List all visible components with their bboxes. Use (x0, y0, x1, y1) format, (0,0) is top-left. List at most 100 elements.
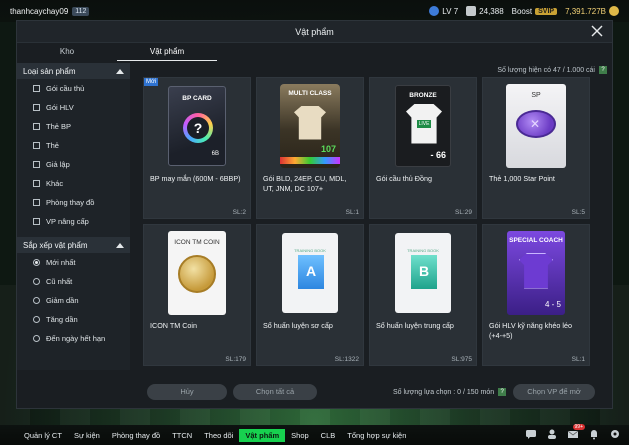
art-title: BRONZE (409, 91, 437, 99)
caret-up-icon (116, 242, 124, 248)
nav-item[interactable]: Phòng thay đồ (106, 429, 166, 442)
points-display[interactable]: 24,388 (466, 6, 504, 16)
checkbox-icon[interactable] (33, 142, 40, 149)
sort-option-label: Mới nhất (46, 258, 76, 267)
friends-icon[interactable] (546, 428, 558, 440)
sort-option[interactable]: Cũ nhất (17, 272, 130, 291)
help-icon[interactable]: ? (498, 388, 507, 396)
filter-option[interactable]: Thẻ BP (17, 117, 130, 136)
filter-option[interactable]: Phòng thay đồ (17, 193, 130, 212)
checkbox-icon[interactable] (33, 104, 40, 111)
art-sub: 6B (211, 150, 219, 157)
mail-icon[interactable]: 99+ (567, 424, 585, 440)
sort-option[interactable]: Mới nhất (17, 253, 130, 272)
gold-coin-icon (178, 254, 216, 293)
close-button[interactable] (590, 24, 604, 38)
filter-option[interactable]: Gói cầu thủ (17, 79, 130, 98)
radio-icon[interactable] (33, 297, 40, 304)
cancel-button[interactable]: Hủy (147, 384, 227, 400)
item-name: Sổ huấn luyện trung cấp (376, 321, 454, 330)
new-badge: Mới (144, 78, 159, 86)
bp-card-art: BP CARD 6B (168, 85, 226, 166)
nav-item[interactable]: Vật phẩm (239, 428, 286, 442)
filter-option-label: Thẻ BP (46, 122, 72, 131)
radio-icon[interactable] (33, 259, 40, 266)
art-title: BP CARD (182, 94, 212, 102)
star-point-art: SP (506, 83, 566, 168)
radio-icon[interactable] (33, 278, 40, 285)
nav-item[interactable]: TTCN (166, 429, 198, 442)
item-image: SPECIAL COACH 4 - 5 (483, 225, 589, 320)
item-name: Gói HLV kỹ năng khéo léo (+4-+5) (489, 321, 572, 340)
item-card[interactable]: BRONZE LIVE - 66 Gói cầu thủ Đồng SL:29 (369, 77, 477, 219)
question-icon (183, 112, 213, 143)
item-image: SP (483, 78, 589, 173)
sort-section-header[interactable]: Sắp xếp vật phẩm (17, 237, 130, 253)
item-card[interactable]: TRAINING BOOK A Sổ huấn luyện sơ cấp SL:132… (256, 224, 364, 366)
type-section-header[interactable]: Loại sản phẩm (17, 63, 130, 79)
tab-kho[interactable]: Kho (17, 43, 117, 61)
item-card[interactable]: TRAINING BOOK B Sổ huấn luyện trung cấp SL:… (369, 224, 477, 366)
filter-option[interactable]: VP nâng cấp (17, 212, 130, 231)
type-section-title: Loại sản phẩm (23, 66, 76, 76)
checkbox-icon[interactable] (33, 218, 40, 225)
selection-count: Số lượng lựa chọn : 0 / 150 món ? (393, 388, 507, 396)
nav-item[interactable]: Theo dõi (198, 429, 239, 442)
item-name: Gói BLD, 24EP, CU, MDL, UT, JNM, DC 107+ (263, 174, 347, 193)
filter-option[interactable]: Khác (17, 174, 130, 193)
filter-option-label: Khác (46, 179, 64, 188)
checkbox-icon[interactable] (33, 199, 40, 206)
item-card[interactable]: ICON TM COIN ICON TM Coin SL:179 (143, 224, 251, 366)
checkbox-icon[interactable] (33, 85, 40, 92)
filter-option[interactable]: Gói HLV (17, 98, 130, 117)
item-card[interactable]: SPECIAL COACH 4 - 5 Gói HLV kỹ năng khéo l… (482, 224, 590, 366)
filter-option[interactable]: Giả lập (17, 155, 130, 174)
chat-icon[interactable] (525, 428, 537, 440)
art-title: MULTI CLASS (288, 89, 332, 97)
notification-bell-icon[interactable] (588, 428, 600, 440)
filter-option[interactable]: Thẻ (17, 136, 130, 155)
sort-option[interactable]: Đến ngày hết hạn (17, 329, 130, 348)
coins-display[interactable]: 7,391.727B (565, 6, 619, 16)
sort-option[interactable]: Giảm dần (17, 291, 130, 310)
boost-label: Boost (511, 6, 533, 16)
select-all-button[interactable]: Chọn tất cả (233, 384, 317, 400)
item-quantity: SL:179 (225, 356, 246, 363)
item-card[interactable]: BP CARD 6B Mới BP may mắn (600M - 6BBP) SL:2 (143, 77, 251, 219)
checkbox-icon[interactable] (33, 161, 40, 168)
trophy-icon (466, 6, 477, 16)
select-vp-open-button[interactable]: Chọn VP để mở (513, 384, 595, 400)
art-sub: 107 (320, 143, 336, 154)
item-card[interactable]: SP Thẻ 1,000 Star Point SL:5 (482, 77, 590, 219)
art-title: B (418, 262, 430, 279)
nav-item[interactable]: Shop (285, 429, 315, 442)
nav-item[interactable]: Quản lý CT (18, 429, 68, 442)
item-card[interactable]: MULTI CLASS 107 Gói BLD, 24EP, CU, MDL, UT… (256, 77, 364, 219)
bottom-navigation: Quản lý CT Sự kiện Phòng thay đồ TTCN Theo d… (0, 424, 629, 445)
sort-option-label: Tăng dần (46, 315, 78, 324)
nav-item[interactable]: CLB (315, 429, 342, 442)
boost-display[interactable]: Boost SVIP (511, 6, 558, 16)
svip-badge: SVIP (535, 7, 558, 15)
settings-gear-icon[interactable] (609, 428, 621, 440)
level-icon (429, 6, 440, 16)
item-quantity: SL:5 (571, 209, 585, 216)
radio-icon[interactable] (33, 335, 40, 342)
nav-item[interactable]: Sự kiện (68, 429, 106, 442)
bronze-pack-art: BRONZE LIVE - 66 (395, 84, 451, 167)
item-image: MULTI CLASS 107 (257, 78, 363, 173)
checkbox-icon[interactable] (33, 180, 40, 187)
radio-icon[interactable] (33, 316, 40, 323)
items-modal: Vật phẩm Kho Vật phẩm Loại sản phẩm Gói … (16, 20, 613, 409)
sort-option[interactable]: Tăng dần (17, 310, 130, 329)
help-icon[interactable]: ? (599, 66, 607, 74)
tab-vat-pham[interactable]: Vật phẩm (117, 43, 217, 61)
sort-option-label: Cũ nhất (46, 277, 73, 286)
tab-bar: Kho Vật phẩm (17, 43, 217, 61)
checkbox-icon[interactable] (33, 123, 40, 130)
nav-item[interactable]: Tổng hợp sự kiện (341, 429, 412, 442)
level-display[interactable]: LV 7 (429, 6, 458, 16)
username: thanhcaychay09 (10, 6, 69, 16)
bottom-icons: 99+ (525, 424, 621, 440)
item-name: BP may mắn (600M - 6BBP) (150, 174, 241, 183)
